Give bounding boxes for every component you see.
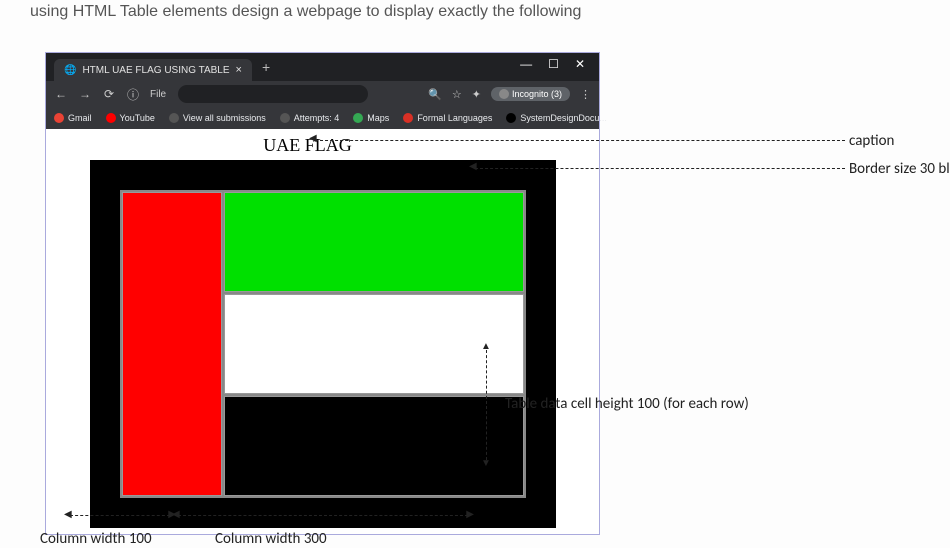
annotation-col1: Column width 100 (40, 530, 152, 548)
bookmark-submissions[interactable]: View all submissions (169, 113, 266, 123)
annotation-arrow-border (475, 168, 845, 169)
close-icon[interactable]: ✕ (575, 57, 585, 71)
cell-red (122, 192, 222, 496)
browser-tab[interactable]: 🌐 HTML UAE FLAG USING TABLE × (54, 59, 252, 81)
extension-icon[interactable]: ✦ (472, 88, 481, 101)
maximize-icon[interactable]: ☐ (548, 57, 559, 71)
annotation-arrow-height (486, 350, 487, 460)
incognito-badge: Incognito (3) (491, 87, 570, 101)
minimize-icon[interactable]: — (520, 57, 532, 71)
page-content: UAE FLAG (46, 129, 599, 534)
incognito-icon (499, 89, 509, 99)
annotation-arrow-col2 (178, 515, 468, 516)
star-icon[interactable]: ☆ (452, 88, 462, 101)
search-icon[interactable]: 🔍 (428, 88, 442, 101)
annotation-col2: Column width 300 (215, 530, 327, 548)
reload-icon[interactable]: ⟳ (102, 87, 116, 101)
bookmark-youtube[interactable]: YouTube (106, 113, 155, 123)
bookmark-maps[interactable]: Maps (353, 113, 389, 123)
table-row (122, 192, 524, 292)
table-caption: UAE FLAG (158, 135, 458, 156)
url-input[interactable] (178, 85, 368, 103)
instruction-text: using HTML Table elements design a webpa… (30, 3, 581, 21)
globe-icon: 🌐 (64, 65, 76, 76)
bookmark-formal[interactable]: Formal Languages (403, 113, 492, 123)
cell-black (224, 396, 524, 496)
back-icon[interactable]: ← (54, 87, 68, 101)
url-bar: ← → ⟳ ⓘ File 🔍 ☆ ✦ Incognito (3) ⋮ (46, 81, 599, 107)
annotation-arrow-col1 (70, 515, 170, 516)
annotation-arrow-caption (315, 140, 845, 141)
cell-white (224, 294, 524, 394)
menu-icon[interactable]: ⋮ (580, 88, 591, 101)
bookmark-attempts[interactable]: Attempts: 4 (280, 113, 340, 123)
tab-title: HTML UAE FLAG USING TABLE (82, 65, 229, 76)
forward-icon[interactable]: → (78, 87, 92, 101)
bookmark-gmail[interactable]: Gmail (54, 113, 92, 123)
annotation-height: Table data cell height 100 (for each row… (505, 395, 749, 413)
annotation-caption: caption (849, 132, 894, 150)
url-prefix: File (150, 89, 166, 100)
close-tab-icon[interactable]: × (236, 64, 242, 76)
browser-window: 🌐 HTML UAE FLAG USING TABLE × + — ☐ ✕ ← … (45, 52, 600, 535)
cell-green (224, 192, 524, 292)
new-tab-button[interactable]: + (252, 59, 280, 75)
info-icon[interactable]: ⓘ (126, 86, 140, 103)
bookmark-system[interactable]: SystemDesignDocu... (506, 113, 607, 123)
annotation-border: Border size 30 black color (849, 160, 950, 178)
bookmarks-bar: Gmail YouTube View all submissions Attem… (46, 107, 599, 129)
titlebar: 🌐 HTML UAE FLAG USING TABLE × + — ☐ ✕ (46, 53, 599, 81)
